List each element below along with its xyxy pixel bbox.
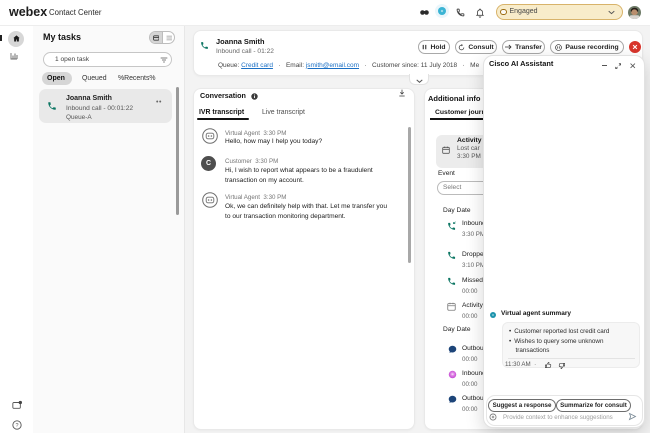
svg-text:?: ? (15, 423, 18, 429)
